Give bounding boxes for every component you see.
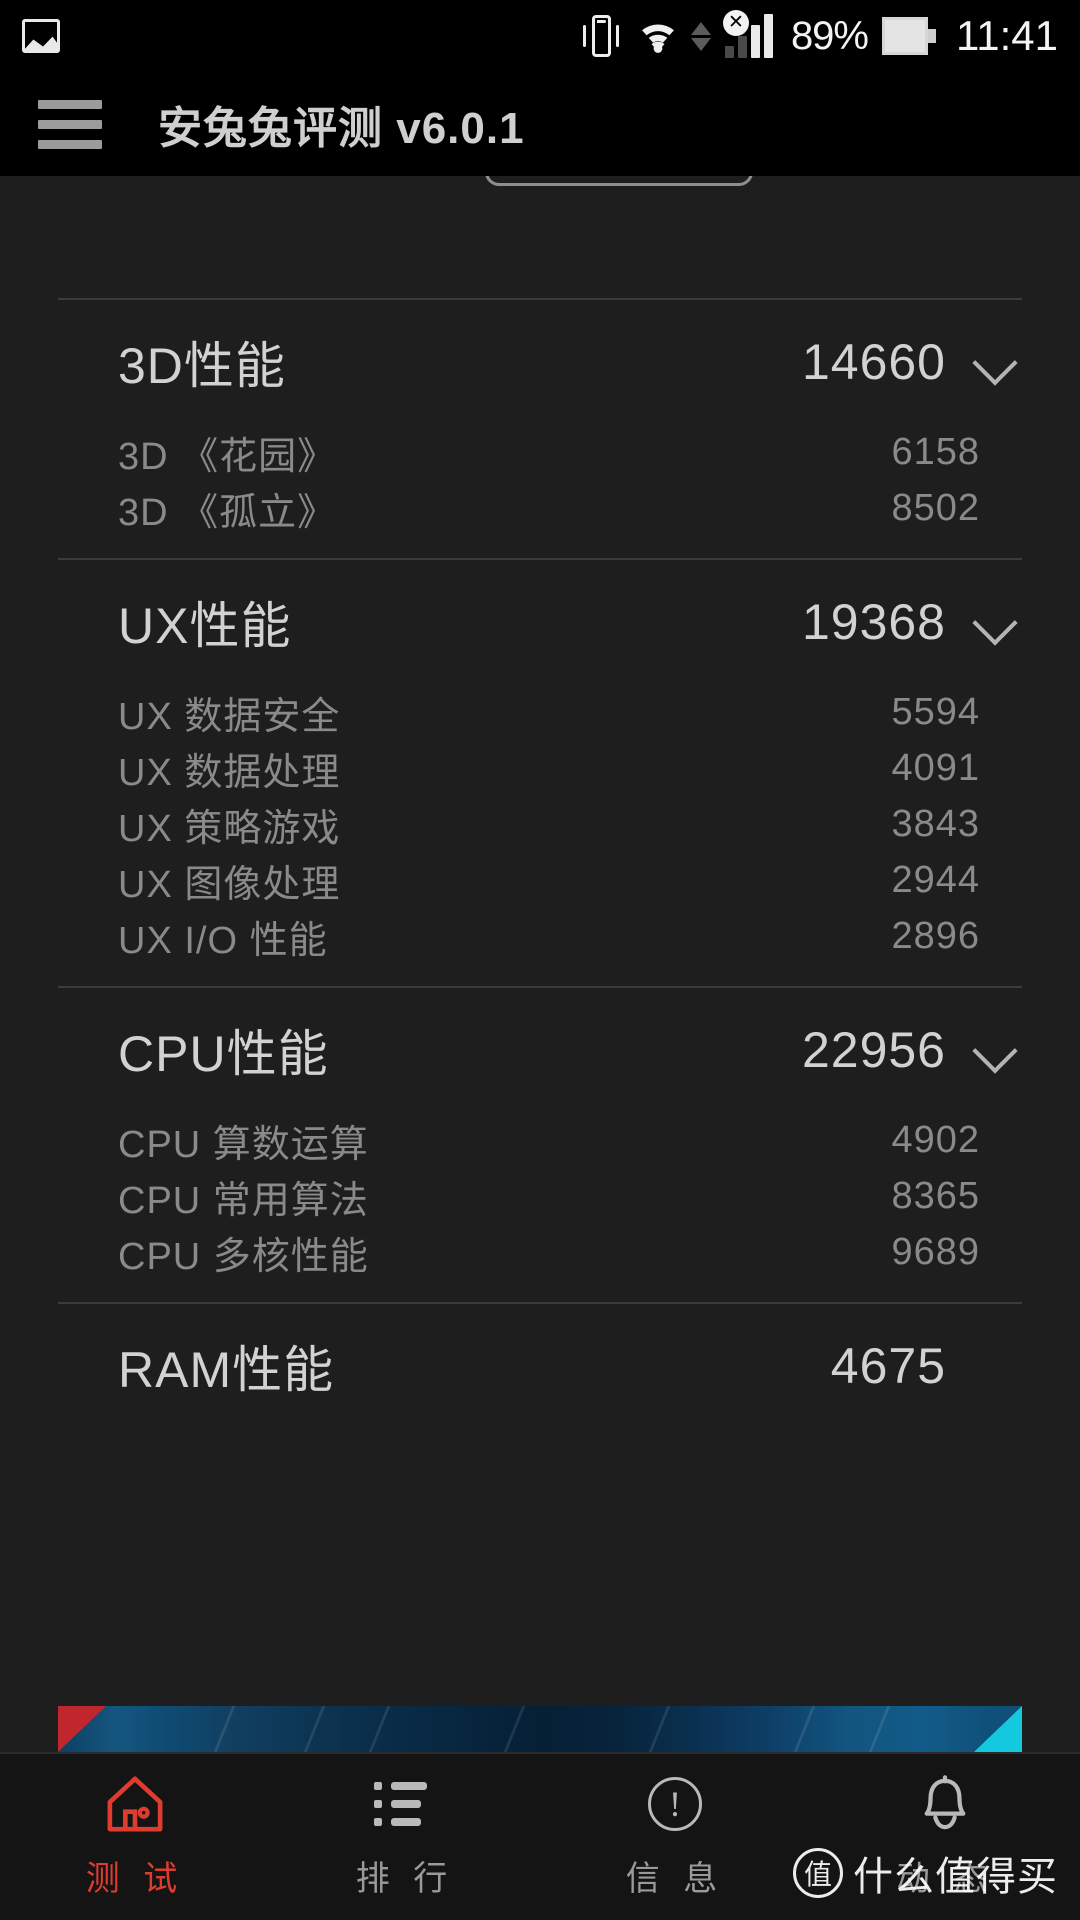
gallery-icon xyxy=(22,19,60,53)
section-title: UX性能 xyxy=(118,598,292,654)
chevron-down-icon[interactable] xyxy=(972,1027,1018,1073)
score-row-value: 6158 xyxy=(891,430,980,473)
wifi-icon xyxy=(641,24,674,53)
home-icon xyxy=(104,1775,166,1833)
watermark: 值 什么值得买 xyxy=(793,1844,1058,1902)
score-row-label: UX 数据安全 xyxy=(118,695,341,738)
section-score: 14660 xyxy=(801,334,946,390)
section-items: CPU 算数运算 4902 CPU 常用算法 8365 CPU 多核性能 9689 xyxy=(0,1112,1080,1280)
score-section: RAM性能 4675 xyxy=(0,1302,1080,1428)
score-row: CPU 常用算法 8365 xyxy=(0,1168,1080,1224)
nav-item-test[interactable]: 测 试 xyxy=(0,1775,270,1900)
score-row-label: 3D 《花园》 xyxy=(118,435,337,478)
score-row: UX 数据安全 5594 xyxy=(0,684,1080,740)
app-bar: 安兔兔评测 v6.0.1 xyxy=(0,72,1080,176)
section-score: 19368 xyxy=(801,594,946,650)
score-row: 3D 《孤立》 8502 xyxy=(0,480,1080,536)
score-row-label: UX 图像处理 xyxy=(118,863,341,906)
upload-arrow-icon xyxy=(690,21,711,35)
score-row: UX I/O 性能 2896 xyxy=(0,908,1080,964)
status-bar-clock: 11:41 xyxy=(956,12,1058,59)
nav-label-info: 信 息 xyxy=(625,1859,725,1898)
status-bar: ✕ 89% 11:41 xyxy=(0,0,1080,72)
signal-bars-no-service-icon: ✕ xyxy=(722,10,777,58)
score-section: CPU性能 22956 CPU 算数运算 4902 CPU 常用算法 8365 CPU 多核… xyxy=(0,986,1080,1302)
nav-item-info[interactable]: ! 信 息 xyxy=(540,1775,810,1900)
list-icon xyxy=(374,1775,436,1833)
score-row-label: CPU 常用算法 xyxy=(118,1179,369,1222)
nav-label-test: 测 试 xyxy=(85,1859,185,1898)
score-row-label: CPU 算数运算 xyxy=(118,1123,369,1166)
download-arrow-icon xyxy=(690,37,711,51)
section-items: UX 数据安全 5594 UX 数据处理 4091 UX 策略游戏 3843 UX 图像处理… xyxy=(0,684,1080,964)
score-row-value: 4091 xyxy=(891,746,980,789)
benchmark-color-strip xyxy=(58,1706,1022,1752)
score-row: UX 数据处理 4091 xyxy=(0,740,1080,796)
bottom-navigation-bar[interactable]: 测 试 排 行 ! 信 息 动 态 值 什么值得买 xyxy=(0,1752,1080,1920)
score-row-value: 5594 xyxy=(891,690,980,733)
score-row: UX 图像处理 2944 xyxy=(0,852,1080,908)
watermark-badge: 值 xyxy=(793,1848,843,1898)
watermark-text: 什么值得买 xyxy=(853,1855,1058,1899)
nav-label-ranking: 排 行 xyxy=(355,1859,455,1898)
score-row-value: 4902 xyxy=(891,1118,980,1161)
score-row-label: UX 数据处理 xyxy=(118,751,341,794)
score-section: UX性能 19368 UX 数据安全 5594 UX 数据处理 4091 UX 策略游戏 38… xyxy=(0,558,1080,986)
section-header[interactable]: 3D性能 14660 xyxy=(0,300,1080,424)
score-row: 3D 《花园》 6158 xyxy=(0,424,1080,480)
app-title: 安兔兔评测 v6.0.1 xyxy=(158,104,525,153)
section-header[interactable]: RAM性能 4675 xyxy=(0,1304,1080,1428)
status-bar-left xyxy=(0,19,60,53)
chevron-down-icon[interactable] xyxy=(972,339,1018,385)
score-row-value: 8365 xyxy=(891,1174,980,1217)
section-header[interactable]: UX性能 19368 xyxy=(0,560,1080,684)
score-row-label: UX 策略游戏 xyxy=(118,807,341,850)
battery-icon xyxy=(882,17,936,55)
clipped-card-above xyxy=(485,176,753,186)
bell-icon xyxy=(914,1774,976,1833)
data-transfer-arrows-icon xyxy=(690,21,711,51)
section-title: CPU性能 xyxy=(118,1026,329,1082)
vibrate-icon xyxy=(581,12,621,60)
no-service-mark: ✕ xyxy=(722,10,749,36)
strip-red-marker xyxy=(58,1706,106,1752)
strip-cyan-marker xyxy=(974,1706,1022,1752)
score-row-label: 3D 《孤立》 xyxy=(118,491,337,534)
nav-item-ranking[interactable]: 排 行 xyxy=(270,1775,540,1900)
section-score: 22956 xyxy=(801,1022,946,1078)
benchmark-strip-container xyxy=(0,1706,1080,1752)
score-row: CPU 算数运算 4902 xyxy=(0,1112,1080,1168)
status-bar-right: ✕ 89% 11:41 xyxy=(581,10,1080,60)
score-row-value: 3843 xyxy=(891,802,980,845)
chevron-down-icon[interactable] xyxy=(972,599,1018,645)
battery-percent: 89% xyxy=(790,13,869,58)
phone-screen: ✕ 89% 11:41 安兔兔评测 v6.0.1 3D性能 14660 3D 《花园… xyxy=(0,0,1080,1920)
score-row-value: 9689 xyxy=(891,1230,980,1273)
score-row-value: 2896 xyxy=(891,914,980,957)
score-row: CPU 多核性能 9689 xyxy=(0,1224,1080,1280)
score-row-label: UX I/O 性能 xyxy=(118,919,328,962)
score-row-value: 8502 xyxy=(891,486,980,529)
score-row: UX 策略游戏 3843 xyxy=(0,796,1080,852)
score-list[interactable]: 3D性能 14660 3D 《花园》 6158 3D 《孤立》 8502 UX性能 19368… xyxy=(0,176,1080,1752)
hamburger-menu-icon[interactable] xyxy=(38,99,102,149)
section-title: 3D性能 xyxy=(118,338,286,394)
score-row-label: CPU 多核性能 xyxy=(118,1235,369,1278)
info-circle-icon: ! xyxy=(644,1775,706,1833)
section-title: RAM性能 xyxy=(118,1342,335,1398)
score-section: 3D性能 14660 3D 《花园》 6158 3D 《孤立》 8502 xyxy=(0,298,1080,558)
section-header[interactable]: CPU性能 22956 xyxy=(0,988,1080,1112)
section-score: 4675 xyxy=(830,1338,946,1394)
score-row-value: 2944 xyxy=(891,858,980,901)
section-items: 3D 《花园》 6158 3D 《孤立》 8502 xyxy=(0,424,1080,536)
